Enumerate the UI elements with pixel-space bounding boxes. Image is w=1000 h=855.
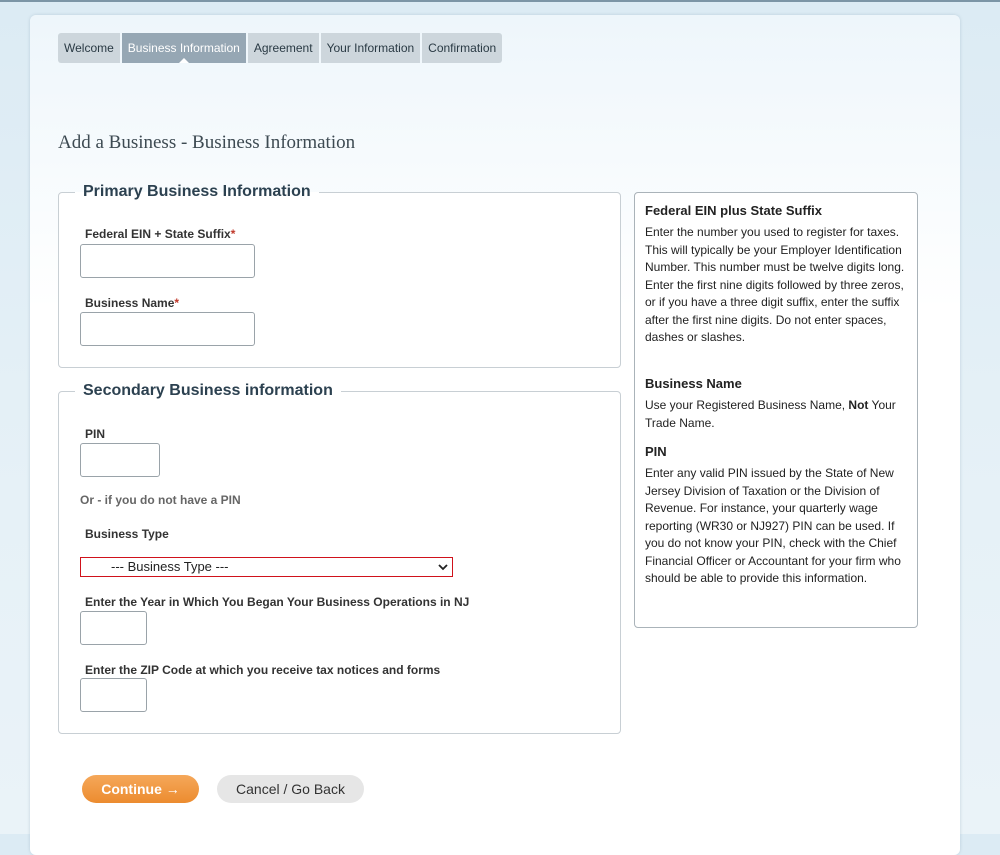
year-input[interactable] xyxy=(80,611,147,645)
ein-input[interactable] xyxy=(80,244,255,278)
help-pin-text: Enter any valid PIN issued by the State … xyxy=(645,466,901,585)
help-name-text-pre: Use your Registered Business Name, xyxy=(645,398,849,412)
business-name-label: Business Name* xyxy=(85,296,179,310)
cancel-go-back-button[interactable]: Cancel / Go Back xyxy=(217,775,364,803)
pin-input[interactable] xyxy=(80,443,160,477)
zip-label-bold: ZIP Code xyxy=(140,663,193,677)
tab-business-information[interactable]: Business Information xyxy=(121,33,246,63)
chevron-down-icon xyxy=(438,558,448,581)
required-mark: * xyxy=(174,296,180,310)
year-label-post: in Which You Began Your Business Operati… xyxy=(165,595,470,609)
wizard-steps: Welcome Business Information Agreement Y… xyxy=(58,33,503,63)
pin-label: PIN xyxy=(85,427,106,441)
zip-label-pre: Enter the xyxy=(85,663,141,677)
tab-agreement[interactable]: Agreement xyxy=(247,33,319,63)
help-name-text-bold: Not xyxy=(848,398,869,412)
help-ein-text: Enter the number you used to register fo… xyxy=(645,225,905,344)
help-pin-title: PIN xyxy=(645,444,667,459)
year-label: Enter the Year in Which You Began Your B… xyxy=(85,595,469,609)
help-panel: Federal EIN plus State Suffix Enter the … xyxy=(634,192,918,628)
business-type-select[interactable]: --- Business Type --- xyxy=(80,557,453,577)
top-border-line xyxy=(0,0,1000,2)
zip-label-post: at which you receive tax notices and for… xyxy=(192,663,441,677)
zip-input[interactable] xyxy=(80,678,147,712)
business-type-selected-value: --- Business Type --- xyxy=(111,559,229,574)
help-ein-title: Federal EIN plus State Suffix xyxy=(645,203,822,218)
business-type-label: Business Type xyxy=(85,527,169,541)
no-pin-text: Or - if you do not have a PIN xyxy=(80,493,241,507)
year-label-pre: Enter the xyxy=(85,595,141,609)
year-label-bold: Year xyxy=(140,595,166,609)
primary-business-fieldset: Primary Business Information Federal EIN… xyxy=(58,183,621,368)
business-name-label-text: Business Name xyxy=(85,296,175,310)
help-name-text: Use your Registered Business Name, Not Y… xyxy=(645,397,911,432)
continue-button[interactable]: Continue → xyxy=(82,775,199,803)
page-title: Add a Business - Business Information xyxy=(58,132,356,153)
secondary-business-fieldset: Secondary Business information PIN Or - … xyxy=(58,382,621,734)
tab-welcome[interactable]: Welcome xyxy=(58,33,120,63)
required-mark: * xyxy=(230,227,236,241)
primary-business-legend: Primary Business Information xyxy=(83,183,311,200)
ein-label-text: Federal EIN + State Suffix xyxy=(85,227,231,241)
main-card: Welcome Business Information Agreement Y… xyxy=(30,15,960,855)
secondary-business-legend: Secondary Business information xyxy=(83,382,333,399)
ein-label: Federal EIN + State Suffix* xyxy=(85,227,235,241)
tab-confirmation[interactable]: Confirmation xyxy=(422,33,503,63)
business-name-input[interactable] xyxy=(80,312,255,346)
zip-label: Enter the ZIP Code at which you receive … xyxy=(85,663,440,677)
help-name-title: Business Name xyxy=(645,376,742,391)
tab-your-information[interactable]: Your Information xyxy=(320,33,421,63)
